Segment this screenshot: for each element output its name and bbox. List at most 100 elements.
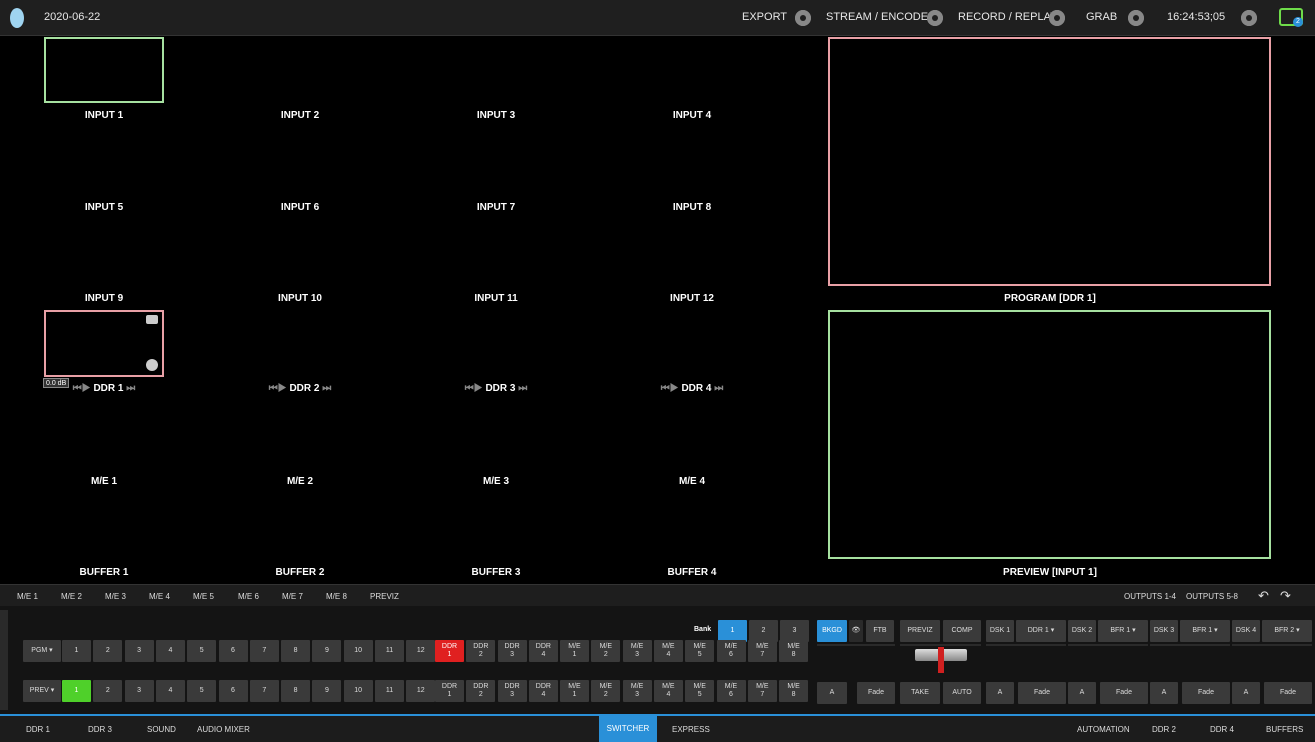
pgm-input-11-button[interactable]: 11 xyxy=(375,640,404,662)
dsk-2-button[interactable]: DSK 2 xyxy=(1068,620,1096,642)
prev-input-11-button[interactable]: 11 xyxy=(375,680,404,702)
preview-monitor[interactable] xyxy=(828,310,1271,559)
pgm-input-7-button[interactable]: 7 xyxy=(249,640,279,662)
bank-1-button[interactable]: 1 xyxy=(718,620,747,642)
pgm-ddr-3-button[interactable]: DDR 3 xyxy=(497,640,527,662)
tab-me-8[interactable]: M/E 8 xyxy=(326,592,347,601)
prev-row-dropdown[interactable]: PREV ▾ xyxy=(23,680,61,702)
gear-icon[interactable] xyxy=(146,359,158,371)
tab-me-7[interactable]: M/E 7 xyxy=(282,592,303,601)
tab-ddr-4[interactable]: DDR 4 xyxy=(1210,725,1234,734)
prev-input-8-button[interactable]: 8 xyxy=(281,680,311,702)
bank-2-button[interactable]: 2 xyxy=(749,620,778,642)
tab-buffers[interactable]: BUFFERS xyxy=(1266,725,1303,734)
pgm-input-10-button[interactable]: 10 xyxy=(343,640,373,662)
prev-input-7-button[interactable]: 7 xyxy=(249,680,279,702)
export-button[interactable]: EXPORT xyxy=(742,11,787,23)
dsk-3-fade-button[interactable]: Fade xyxy=(1182,682,1230,704)
record-replay-button[interactable]: RECORD / REPLAY xyxy=(958,11,1057,23)
tab-sound[interactable]: SOUND xyxy=(147,725,176,734)
prev-input-9-button[interactable]: 9 xyxy=(312,680,342,702)
dsk-3-transition-icon[interactable]: A xyxy=(1150,682,1178,704)
ftb-button[interactable]: FTB xyxy=(866,620,894,642)
app-logo-icon[interactable] xyxy=(10,8,24,28)
bkgd-fade-button[interactable]: Fade xyxy=(857,682,895,704)
tab-ddr-2[interactable]: DDR 2 xyxy=(1152,725,1176,734)
pgm-me-8-button[interactable]: M/E 8 xyxy=(779,640,809,662)
dsk-1-fade-button[interactable]: Fade xyxy=(1018,682,1066,704)
take-button[interactable]: TAKE xyxy=(900,682,940,704)
pgm-input-9-button[interactable]: 9 xyxy=(312,640,342,662)
pgm-input-1-button[interactable]: 1 xyxy=(62,640,91,662)
prev-me-5-button[interactable]: M/E 5 xyxy=(685,680,715,702)
prev-me-1-button[interactable]: M/E 1 xyxy=(560,680,589,702)
dsk-1-source-dropdown[interactable]: DDR 1 ▾ xyxy=(1016,620,1066,642)
prev-input-3-button[interactable]: 3 xyxy=(124,680,154,702)
dsk-4-fade-button[interactable]: Fade xyxy=(1264,682,1312,704)
tab-me-1[interactable]: M/E 1 xyxy=(17,592,38,601)
input-1-monitor[interactable] xyxy=(44,37,164,103)
pgm-me-5-button[interactable]: M/E 5 xyxy=(685,640,715,662)
prev-me-6-button[interactable]: M/E 6 xyxy=(716,680,746,702)
bank-3-button[interactable]: 3 xyxy=(780,620,809,642)
tab-ddr-3[interactable]: DDR 3 xyxy=(88,725,112,734)
dsk-4-source-dropdown[interactable]: BFR 2 ▾ xyxy=(1262,620,1312,642)
pgm-input-8-button[interactable]: 8 xyxy=(281,640,311,662)
prev-ddr-3-button[interactable]: DDR 3 xyxy=(497,680,527,702)
system-settings-gear-icon[interactable] xyxy=(1241,10,1257,26)
tab-express[interactable]: EXPRESS xyxy=(672,725,710,734)
pgm-me-2-button[interactable]: M/E 2 xyxy=(591,640,621,662)
prev-ddr-2-button[interactable]: DDR 2 xyxy=(466,680,496,702)
tab-me-3[interactable]: M/E 3 xyxy=(105,592,126,601)
bkgd-button[interactable]: BKGD xyxy=(817,620,847,642)
prev-me-2-button[interactable]: M/E 2 xyxy=(591,680,621,702)
ddr-controls-icon[interactable]: ⏮▶ xyxy=(269,383,290,394)
pgm-input-2-button[interactable]: 2 xyxy=(93,640,123,662)
prev-input-12-button[interactable]: 12 xyxy=(406,680,436,702)
pgm-input-4-button[interactable]: 4 xyxy=(155,640,185,662)
prev-input-6-button[interactable]: 6 xyxy=(218,680,248,702)
t-bar-slider[interactable] xyxy=(900,644,981,673)
undo-icon[interactable]: ↶ xyxy=(1258,588,1269,604)
grab-settings-gear-icon[interactable] xyxy=(1128,10,1144,26)
tab-me-5[interactable]: M/E 5 xyxy=(193,592,214,601)
program-monitor[interactable] xyxy=(828,37,1271,286)
comp-button[interactable]: COMP xyxy=(943,620,981,642)
pgm-ddr-1-button[interactable]: DDR 1 xyxy=(435,640,464,662)
tab-ddr-1[interactable]: DDR 1 xyxy=(26,725,50,734)
prev-input-2-button[interactable]: 2 xyxy=(93,680,123,702)
tab-previz[interactable]: PREVIZ xyxy=(370,592,399,601)
prev-input-4-button[interactable]: 4 xyxy=(155,680,185,702)
dsk-1-transition-icon[interactable]: A xyxy=(986,682,1014,704)
camera-icon[interactable] xyxy=(146,315,158,324)
pgm-me-7-button[interactable]: M/E 7 xyxy=(747,640,777,662)
tab-outputs-1-4[interactable]: OUTPUTS 1-4 xyxy=(1124,592,1176,601)
previz-button[interactable]: PREVIZ xyxy=(900,620,940,642)
eye-icon[interactable]: 👁 xyxy=(849,620,863,642)
dsk-3-source-dropdown[interactable]: BFR 1 ▾ xyxy=(1180,620,1230,642)
prev-ddr-4-button[interactable]: DDR 4 xyxy=(528,680,558,702)
tab-automation[interactable]: AUTOMATION xyxy=(1077,725,1130,734)
prev-input-10-button[interactable]: 10 xyxy=(343,680,373,702)
ddr-controls-icon[interactable]: ⏮▶ xyxy=(661,383,682,394)
pgm-me-6-button[interactable]: M/E 6 xyxy=(716,640,746,662)
record-settings-gear-icon[interactable] xyxy=(1049,10,1065,26)
tab-outputs-5-8[interactable]: OUTPUTS 5-8 xyxy=(1186,592,1238,601)
dsk-2-source-dropdown[interactable]: BFR 1 ▾ xyxy=(1098,620,1148,642)
prev-ddr-1-button[interactable]: DDR 1 xyxy=(435,680,464,702)
ddr-1-monitor[interactable] xyxy=(44,310,164,377)
dsk-4-transition-icon[interactable]: A xyxy=(1232,682,1260,704)
prev-input-1-button[interactable]: 1 xyxy=(62,680,91,702)
tab-switcher[interactable]: SWITCHER xyxy=(599,716,657,742)
auto-button[interactable]: AUTO xyxy=(943,682,981,704)
dsk-3-button[interactable]: DSK 3 xyxy=(1150,620,1178,642)
pgm-input-12-button[interactable]: 12 xyxy=(406,640,436,662)
export-settings-gear-icon[interactable] xyxy=(795,10,811,26)
pgm-input-6-button[interactable]: 6 xyxy=(218,640,248,662)
tab-me-4[interactable]: M/E 4 xyxy=(149,592,170,601)
pgm-me-3-button[interactable]: M/E 3 xyxy=(622,640,652,662)
notifications-chat-icon[interactable]: 2 xyxy=(1279,8,1303,27)
dsk-1-button[interactable]: DSK 1 xyxy=(986,620,1014,642)
ddr-controls-icon[interactable]: ⏮▶ xyxy=(73,383,94,394)
bkgd-transition-icon[interactable]: A xyxy=(817,682,847,704)
